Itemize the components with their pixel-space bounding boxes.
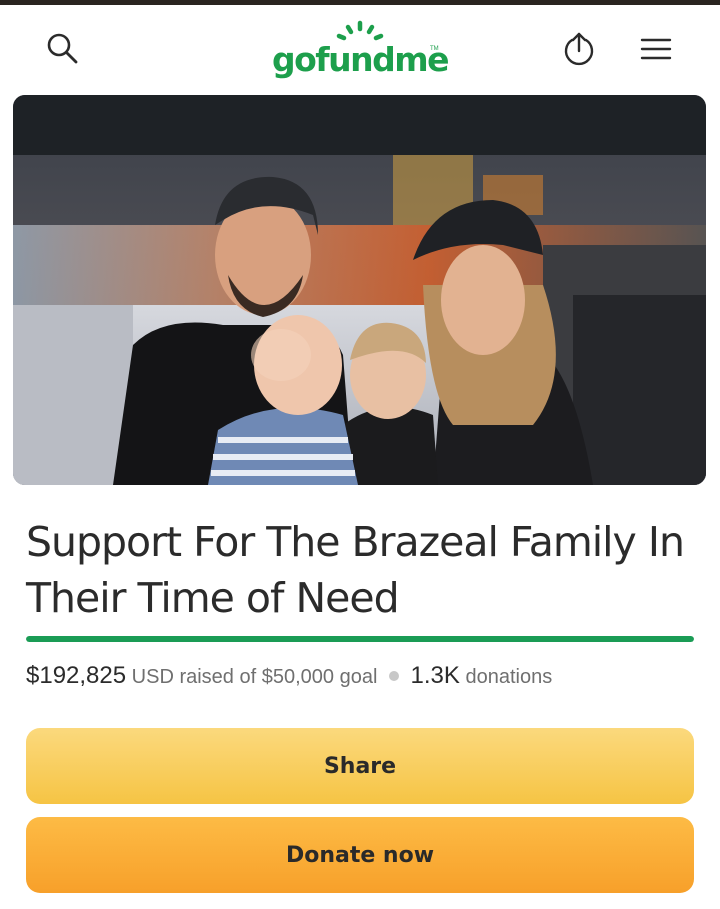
donate-button-label: Donate now bbox=[285, 842, 435, 868]
logo-trademark: TM bbox=[430, 46, 439, 52]
share-button[interactable]: Share bbox=[26, 728, 694, 804]
raised-goal-text: USD raised of $50,000 goal bbox=[131, 666, 378, 688]
gofundme-logo[interactable]: gofundme TM bbox=[270, 19, 450, 83]
fundraising-stats: $192,825 USD raised of $50,000 goal 1.3K… bbox=[26, 660, 552, 693]
campaign-title: Support For The Brazeal Family In Their … bbox=[26, 518, 685, 622]
donation-count: 1.3K bbox=[410, 662, 460, 689]
search-button[interactable] bbox=[41, 27, 85, 71]
app-header: gofundme TM bbox=[0, 5, 720, 93]
progress-bar bbox=[26, 636, 694, 642]
share-upload-button[interactable] bbox=[557, 27, 601, 71]
upload-share-icon bbox=[561, 31, 597, 67]
share-button-label: Share bbox=[323, 753, 397, 779]
donation-label: donations bbox=[465, 666, 553, 688]
progress-fill bbox=[26, 636, 694, 642]
logo-wordmark: gofundme bbox=[271, 40, 450, 79]
family-photo bbox=[13, 95, 706, 485]
hamburger-menu-icon bbox=[639, 34, 673, 64]
raised-amount: $192,825 bbox=[26, 662, 127, 689]
separator-dot bbox=[388, 671, 399, 682]
menu-button[interactable] bbox=[634, 27, 678, 71]
search-icon bbox=[45, 31, 81, 67]
donate-now-button[interactable]: Donate now bbox=[26, 817, 694, 893]
campaign-hero-image[interactable] bbox=[13, 95, 706, 485]
